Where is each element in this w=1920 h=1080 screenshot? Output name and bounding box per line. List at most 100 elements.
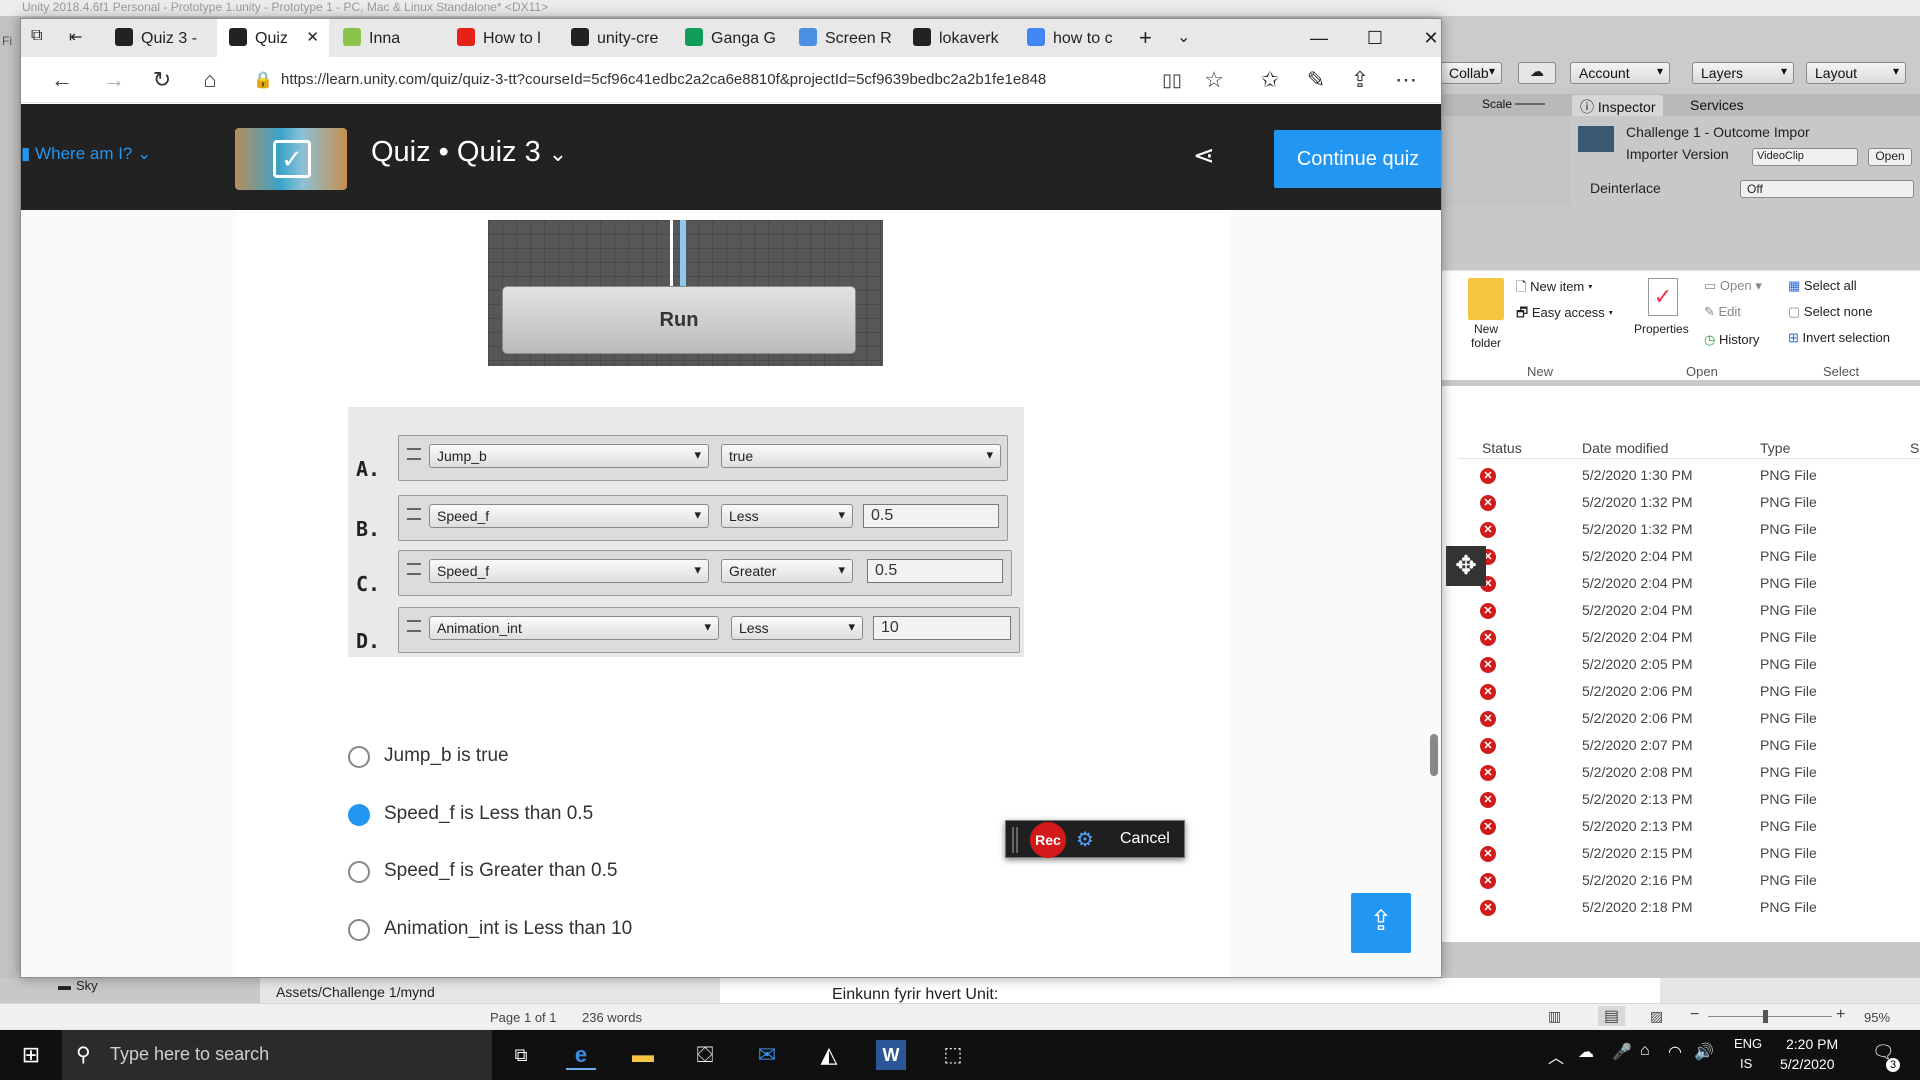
clock-date[interactable]: 5/2/2020	[1780, 1056, 1835, 1072]
back-arrow-icon[interactable]: ←	[45, 63, 79, 97]
file-row[interactable]: ✕ 5/2/2020 2:04 PM PNG File	[1480, 545, 1920, 572]
drag-grip-icon[interactable]	[1012, 827, 1018, 853]
continue-quiz-button[interactable]: Continue quiz	[1274, 130, 1441, 188]
zoom-slider-thumb[interactable]	[1763, 1010, 1768, 1023]
word-icon[interactable]: W	[876, 1040, 906, 1070]
file-row[interactable]: ✕ 5/2/2020 2:18 PM PNG File	[1480, 896, 1920, 923]
zoom-in-button[interactable]: +	[1836, 1006, 1845, 1024]
home-icon[interactable]: ⌂	[193, 63, 227, 97]
open-button[interactable]: Open	[1868, 148, 1912, 166]
print-layout-icon[interactable]: ▤	[1598, 1006, 1626, 1026]
zoom-level[interactable]: 95%	[1864, 1010, 1890, 1025]
open-button[interactable]: ▭ Open ▾	[1704, 278, 1762, 294]
collab-dropdown[interactable]: Collab	[1440, 62, 1502, 84]
language-top[interactable]: ENG	[1734, 1036, 1762, 1051]
unity-icon[interactable]: ◭	[814, 1040, 844, 1070]
snipping-tool-icon[interactable]: ⬚	[938, 1040, 968, 1070]
new-folder-label[interactable]: New folder	[1468, 322, 1504, 350]
clock-time[interactable]: 2:20 PM	[1786, 1036, 1838, 1052]
file-explorer-icon[interactable]: ▬	[628, 1040, 658, 1070]
maximize-button[interactable]: ☐	[1351, 21, 1399, 55]
file-row[interactable]: ✕ 5/2/2020 1:32 PM PNG File	[1480, 518, 1920, 545]
browser-tab[interactable]: Ganga G	[673, 19, 785, 57]
importer-version-dropdown[interactable]: VideoClip	[1752, 148, 1858, 166]
file-row[interactable]: ✕ 5/2/2020 2:13 PM PNG File	[1480, 815, 1920, 842]
tab-services[interactable]: Services	[1682, 95, 1752, 116]
select-none-button[interactable]: ▢ Select none	[1788, 304, 1873, 320]
cloud-icon[interactable]: ☁	[1518, 62, 1556, 84]
invert-selection-button[interactable]: ⊞ Invert selection	[1788, 330, 1890, 346]
show-hidden-icons[interactable]: ︿	[1548, 1044, 1564, 1068]
task-view-icon[interactable]: ⧉	[506, 1040, 536, 1070]
new-folder-icon[interactable]	[1468, 278, 1504, 320]
store-icon[interactable]: ⛋	[690, 1040, 720, 1070]
microphone-icon[interactable]: 🎤	[1612, 1042, 1632, 1062]
file-row[interactable]: ✕ 5/2/2020 1:32 PM PNG File	[1480, 491, 1920, 518]
file-row[interactable]: ✕ 5/2/2020 2:04 PM PNG File	[1480, 626, 1920, 653]
browser-tab[interactable]: Quiz ✕	[217, 19, 329, 57]
minimize-button[interactable]: —	[1295, 21, 1343, 55]
refresh-icon[interactable]: ↻	[145, 63, 179, 97]
deinterlace-dropdown[interactable]: Off	[1740, 180, 1914, 198]
web-layout-icon[interactable]: ▨	[1650, 1008, 1663, 1025]
answer-option[interactable]: Speed_f is Greater than 0.5	[348, 857, 768, 887]
move-handle-icon[interactable]: ✥	[1446, 546, 1486, 586]
properties-icon[interactable]: ✓	[1648, 278, 1678, 316]
file-row[interactable]: ✕ 5/2/2020 2:05 PM PNG File	[1480, 653, 1920, 680]
new-item-button[interactable]: 🗋 New item ▾	[1516, 278, 1593, 300]
file-row[interactable]: ✕ 5/2/2020 2:04 PM PNG File	[1480, 572, 1920, 599]
file-row[interactable]: ✕ 5/2/2020 2:06 PM PNG File	[1480, 680, 1920, 707]
account-dropdown[interactable]: Account	[1570, 62, 1670, 84]
rec-button[interactable]: Rec	[1030, 822, 1066, 858]
address-bar[interactable]: 🔒 https://learn.unity.com/quiz/quiz-3-tt…	[243, 63, 1155, 97]
zoom-out-button[interactable]: −	[1690, 1006, 1699, 1024]
wifi-icon[interactable]: ◠	[1668, 1042, 1682, 1062]
word-page-count[interactable]: Page 1 of 1	[490, 1010, 557, 1025]
pen-icon[interactable]: ✎	[1299, 63, 1333, 97]
onedrive-icon[interactable]: ☁	[1578, 1042, 1594, 1062]
close-window-button[interactable]: ✕	[1407, 21, 1441, 55]
file-row[interactable]: ✕ 5/2/2020 2:16 PM PNG File	[1480, 869, 1920, 896]
forward-arrow-icon[interactable]: →	[97, 63, 131, 97]
quiz-title-button[interactable]: Quiz • Quiz 3 ⌄	[371, 136, 567, 169]
mail-icon[interactable]: ✉	[752, 1040, 782, 1070]
history-button[interactable]: ◷ History	[1704, 332, 1759, 348]
answer-option[interactable]: Jump_b is true	[348, 742, 768, 772]
taskbar-search-box[interactable]: ⚲ Type here to search	[62, 1030, 492, 1080]
where-am-i-button[interactable]: ▮ Where am I? ⌄	[21, 144, 151, 164]
language-bottom[interactable]: IS	[1740, 1056, 1752, 1071]
favorite-star-icon[interactable]: ☆	[1197, 63, 1231, 97]
radio-selected[interactable]	[348, 804, 370, 826]
new-tab-button[interactable]: +	[1139, 25, 1152, 51]
gear-icon[interactable]: ⚙	[1076, 827, 1094, 852]
column-date-modified[interactable]: Date modified	[1582, 440, 1668, 456]
file-row[interactable]: ✕ 5/2/2020 2:04 PM PNG File	[1480, 599, 1920, 626]
favorites-icon[interactable]: ✩	[1253, 63, 1287, 97]
file-row[interactable]: ✕ 5/2/2020 2:13 PM PNG File	[1480, 788, 1920, 815]
cancel-button[interactable]: Cancel	[1120, 830, 1170, 848]
read-mode-icon[interactable]: ▥	[1548, 1008, 1561, 1025]
browser-tab[interactable]: Screen R	[787, 19, 899, 57]
radio-button[interactable]	[348, 919, 370, 941]
layout-dropdown[interactable]: Layout	[1806, 62, 1906, 84]
browser-tab[interactable]: how to c	[1015, 19, 1127, 57]
back-to-top-button[interactable]: ⇪	[1351, 893, 1411, 953]
browser-tab[interactable]: lokaverk	[901, 19, 1013, 57]
column-type[interactable]: Type	[1760, 440, 1790, 456]
properties-label[interactable]: Properties	[1634, 322, 1689, 336]
file-row[interactable]: ✕ 5/2/2020 2:08 PM PNG File	[1480, 761, 1920, 788]
close-tab-icon[interactable]: ✕	[306, 28, 319, 46]
project-item-sky[interactable]: Sky	[76, 978, 98, 993]
radio-button[interactable]	[348, 746, 370, 768]
file-row[interactable]: ✕ 5/2/2020 2:15 PM PNG File	[1480, 842, 1920, 869]
edge-icon[interactable]: e	[566, 1040, 596, 1070]
tab-inspector[interactable]: ⓘ Inspector	[1572, 95, 1664, 116]
network-icon[interactable]: ⌂	[1640, 1042, 1650, 1060]
browser-tab[interactable]: Inna	[331, 19, 443, 57]
browser-tab[interactable]: Quiz 3 -	[103, 19, 215, 57]
select-all-button[interactable]: ▦ Select all	[1788, 278, 1857, 294]
file-row[interactable]: ✕ 5/2/2020 2:07 PM PNG File	[1480, 734, 1920, 761]
reading-view-icon[interactable]: ▯▯	[1155, 63, 1189, 97]
share-icon[interactable]: ⋖	[1193, 140, 1215, 171]
browser-tab[interactable]: How to l	[445, 19, 557, 57]
